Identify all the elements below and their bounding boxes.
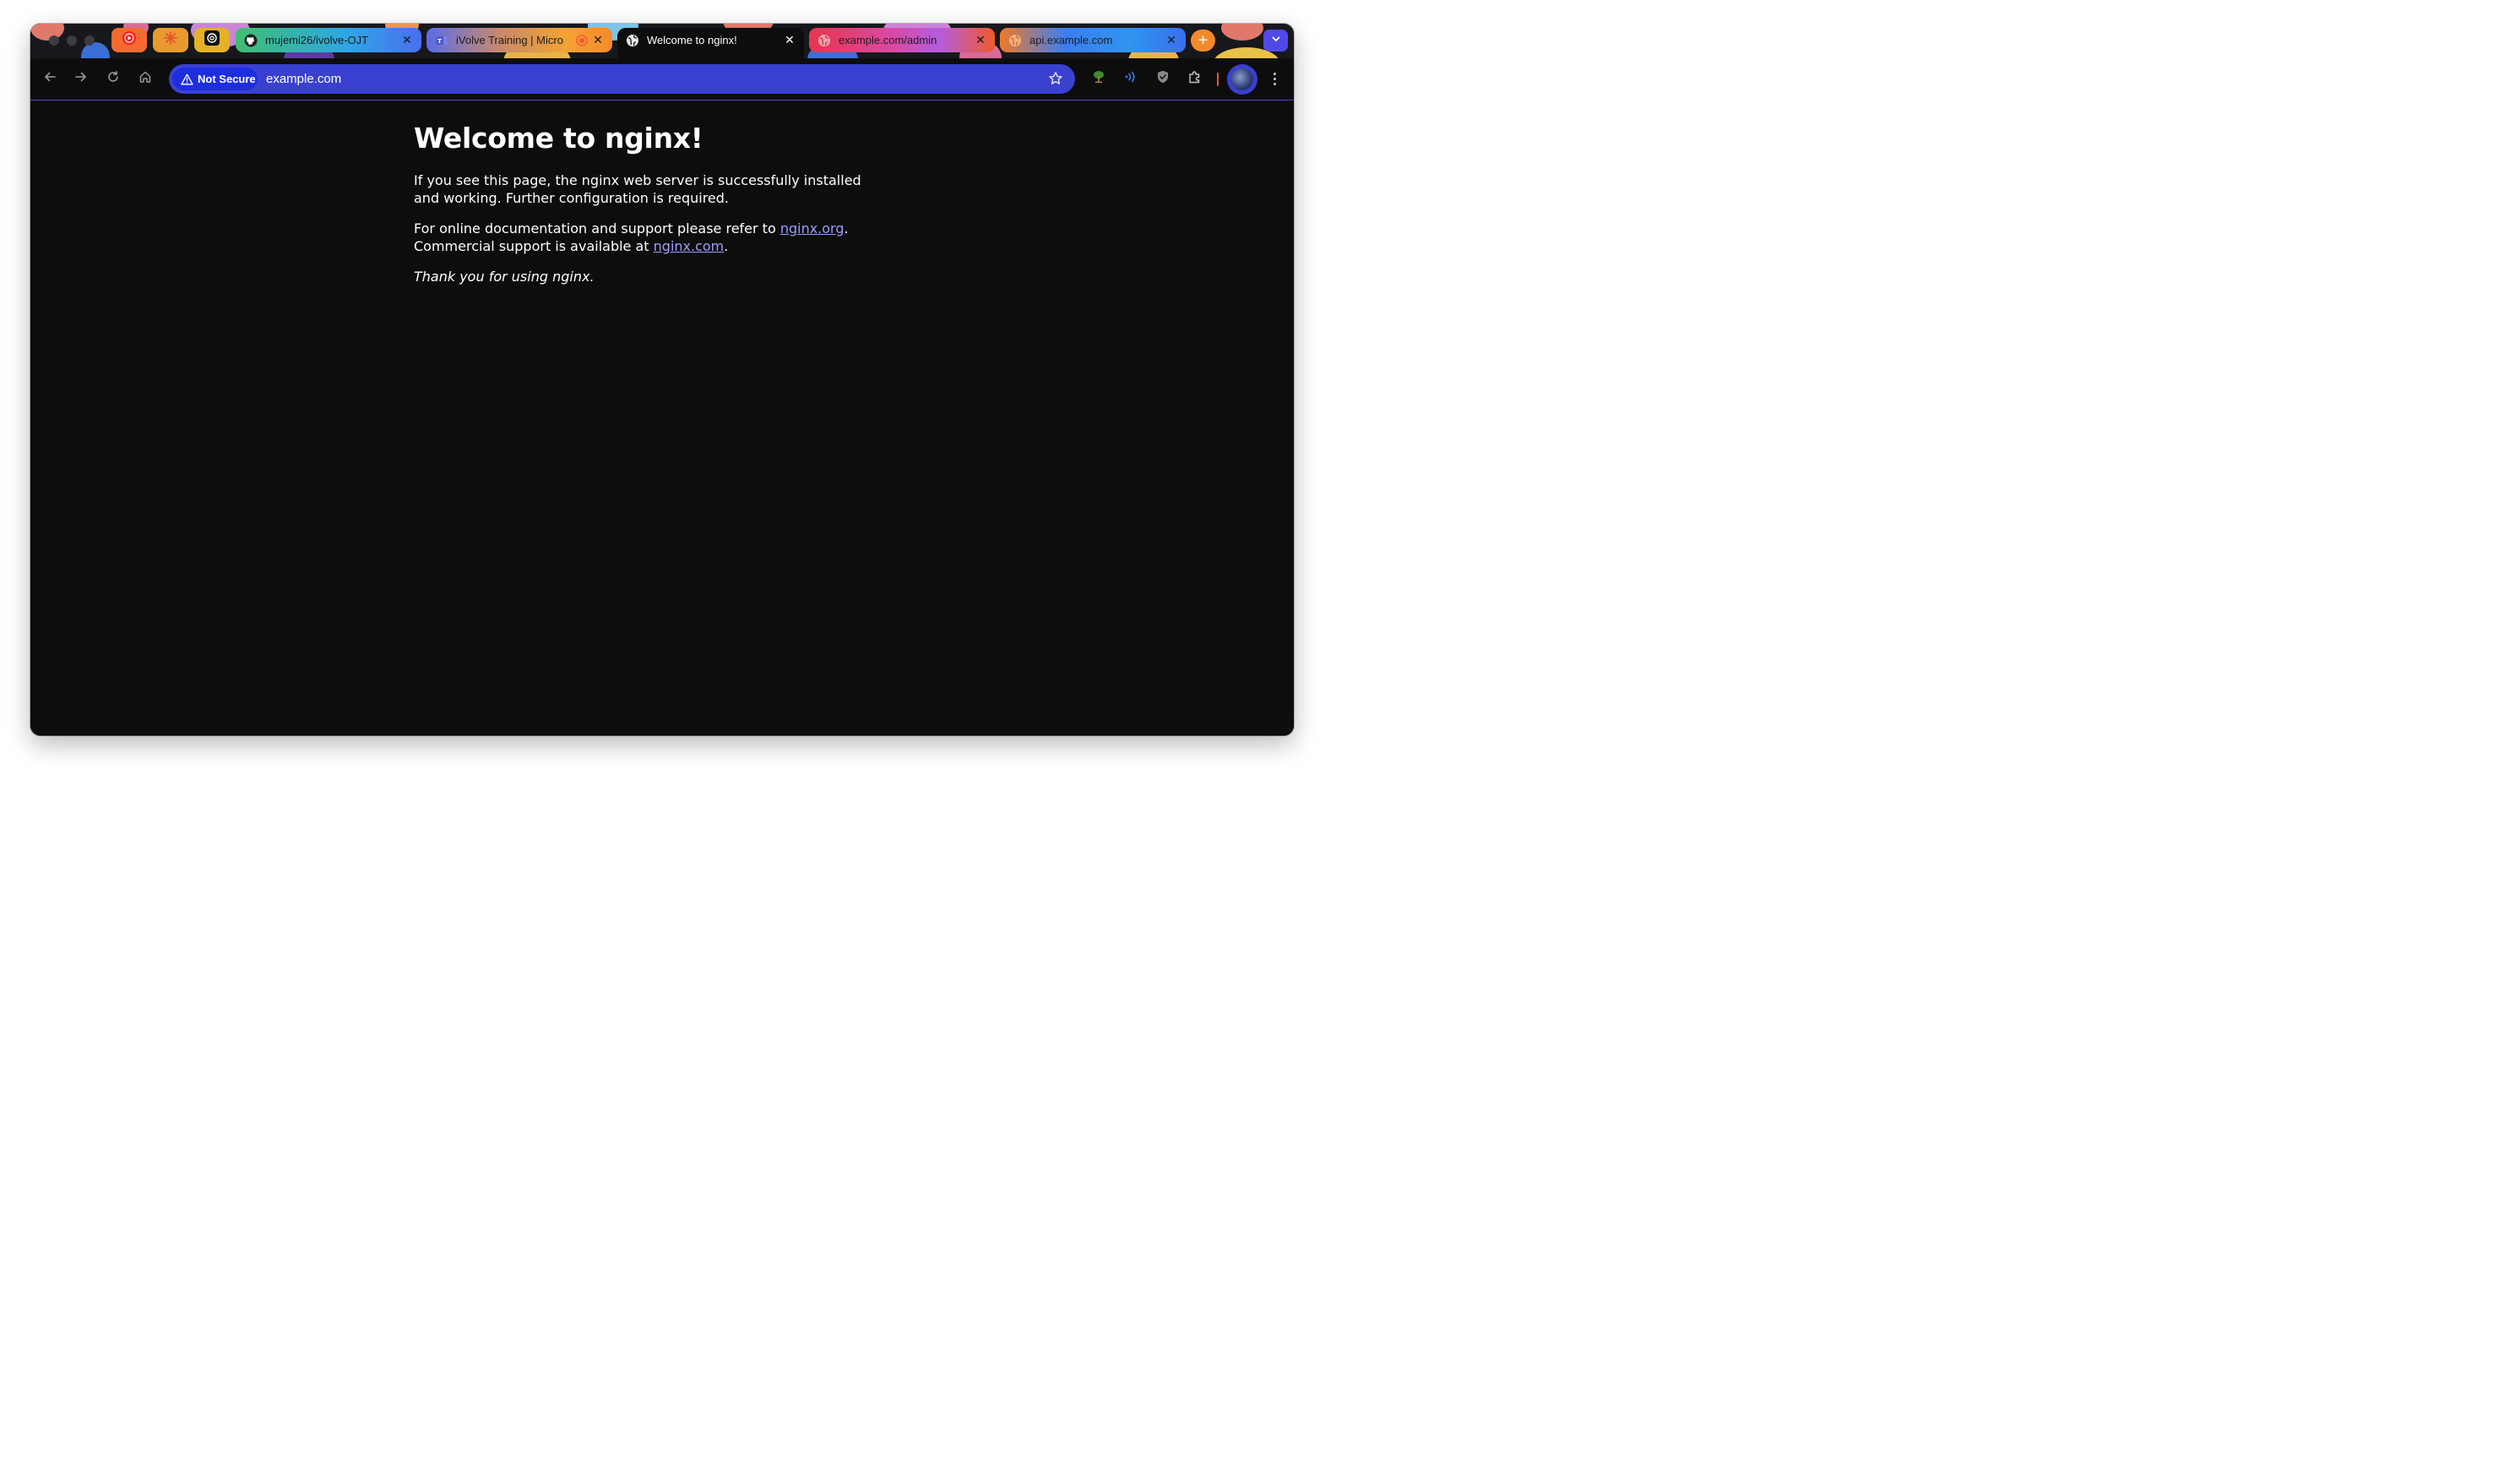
close-tab-icon[interactable]: ✕ <box>592 33 604 46</box>
new-tab-button[interactable]: + <box>1191 30 1215 52</box>
extension-wireless-button[interactable] <box>1121 68 1141 89</box>
kebab-dot-icon <box>1273 72 1276 75</box>
docs-paragraph: For online documentation and support ple… <box>414 220 887 255</box>
close-tab-icon[interactable]: ✕ <box>784 33 796 46</box>
bookmark-star-icon[interactable] <box>1048 71 1063 86</box>
close-tab-icon[interactable]: ✕ <box>401 33 413 46</box>
toolbar-divider <box>1217 73 1219 86</box>
arrow-right-icon <box>74 70 88 88</box>
tab-search-button[interactable] <box>1263 30 1288 52</box>
close-tab-icon[interactable]: ✕ <box>975 33 986 46</box>
intro-paragraph: If you see this page, the nginx web serv… <box>414 172 861 206</box>
globe-icon <box>817 34 831 47</box>
close-tab-icon[interactable]: ✕ <box>1165 33 1177 46</box>
thanks-text: Thank you for using nginx. <box>414 269 595 285</box>
security-indicator[interactable]: Not Secure <box>172 68 258 90</box>
address-bar[interactable]: Not Secure example.com <box>169 64 1075 94</box>
openai-icon <box>204 30 220 51</box>
page-title: Welcome to nginx! <box>414 122 703 155</box>
teams-icon: T <box>435 34 448 47</box>
tab-ivolve-training[interactable]: T iVolve Training | Micro ✕ <box>426 28 612 52</box>
security-label: Not Secure <box>198 73 256 85</box>
extension-tree-button[interactable] <box>1089 68 1109 89</box>
tree-icon <box>1091 69 1106 89</box>
globe-icon <box>626 34 639 47</box>
pinned-tab-openai[interactable] <box>194 28 230 52</box>
tab-title: mujemi26/ivolve-OJT <box>265 34 369 46</box>
page-content: Welcome to nginx! If you see this page, … <box>30 101 1294 736</box>
close-window-button[interactable] <box>49 35 59 46</box>
kebab-dot-icon <box>1273 77 1276 80</box>
forward-button[interactable] <box>71 68 91 89</box>
github-icon <box>244 34 258 47</box>
warning-icon <box>180 73 193 86</box>
tab-title: iVolve Training | Micro <box>456 34 563 46</box>
extensions-button[interactable] <box>1185 68 1205 89</box>
profile-avatar[interactable] <box>1227 64 1257 95</box>
commercial-text: Commercial support is available at <box>414 238 654 254</box>
youtube-music-icon <box>122 30 137 50</box>
avatar-image <box>1231 68 1253 90</box>
tab-api-example[interactable]: api.example.com ✕ <box>1000 28 1186 52</box>
recording-icon <box>575 34 589 47</box>
commercial-punct: . <box>724 238 729 254</box>
thanks-paragraph: Thank you for using nginx. <box>414 268 887 285</box>
tab-title: api.example.com <box>1029 34 1113 46</box>
wireless-icon <box>1123 69 1138 89</box>
pinned-tab-youtube-music[interactable] <box>111 28 147 52</box>
back-button[interactable] <box>40 68 60 89</box>
tab-example-admin[interactable]: example.com/admin ✕ <box>809 28 995 52</box>
svg-text:T: T <box>437 38 442 45</box>
url-text[interactable]: example.com <box>266 72 341 86</box>
home-button[interactable] <box>135 68 155 89</box>
minimize-window-button[interactable] <box>67 35 77 46</box>
tab-title: example.com/admin <box>839 34 937 46</box>
tab-github[interactable]: mujemi26/ivolve-OJT ✕ <box>236 28 421 52</box>
tab-strip: mujemi26/ivolve-OJT ✕ T iVolve Training … <box>30 24 1294 58</box>
shield-icon <box>1155 69 1170 89</box>
globe-icon <box>1008 34 1022 47</box>
more-menu-button[interactable] <box>1266 68 1283 89</box>
home-icon <box>138 70 152 88</box>
browser-toolbar: Not Secure example.com <box>30 58 1294 101</box>
arrow-left-icon <box>43 70 57 88</box>
claude-icon <box>163 30 178 50</box>
reload-button[interactable] <box>103 68 123 89</box>
puzzle-icon <box>1187 69 1203 89</box>
nginx-welcome-article: Welcome to nginx! If you see this page, … <box>414 119 887 298</box>
kebab-dot-icon <box>1273 82 1276 85</box>
tab-title: Welcome to nginx! <box>647 34 737 46</box>
browser-window: mujemi26/ivolve-OJT ✕ T iVolve Training … <box>30 24 1294 736</box>
extension-shield-button[interactable] <box>1153 68 1173 89</box>
tab-welcome-nginx[interactable]: Welcome to nginx! ✕ <box>617 28 804 58</box>
docs-text: For online documentation and support ple… <box>414 220 780 236</box>
chevron-down-icon <box>1271 33 1281 48</box>
nginx-org-link[interactable]: nginx.org <box>780 220 845 236</box>
pinned-tab-claude[interactable] <box>153 28 188 52</box>
zoom-window-button[interactable] <box>84 35 95 46</box>
reload-icon <box>106 70 120 88</box>
docs-punct: . <box>844 220 849 236</box>
nginx-com-link[interactable]: nginx.com <box>654 238 725 254</box>
